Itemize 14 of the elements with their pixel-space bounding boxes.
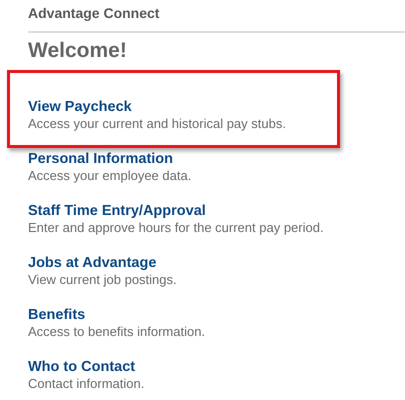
menu-link[interactable]: Who to Contact [28, 359, 136, 376]
app-title: Advantage Connect [28, 5, 160, 22]
menu-link[interactable]: Personal Information [28, 151, 174, 168]
link-description: Enter and approve hours for the current pay period. [28, 220, 324, 236]
menu-link[interactable]: Staff Time Entry/Approval [28, 203, 206, 220]
menu-link[interactable]: View Paycheck [28, 99, 132, 116]
link-description: Access your current and historical pay stubs. [28, 116, 286, 132]
link-description: View current job postings. [28, 272, 177, 288]
link-description: Contact information. [28, 376, 144, 392]
menu-link[interactable]: Benefits [28, 307, 86, 324]
menu-link[interactable]: Jobs at Advantage [28, 255, 156, 272]
link-description: Access your employee data. [28, 168, 192, 184]
page-heading: Welcome! [28, 38, 127, 64]
link-description: Access to benefits information. [28, 324, 206, 340]
